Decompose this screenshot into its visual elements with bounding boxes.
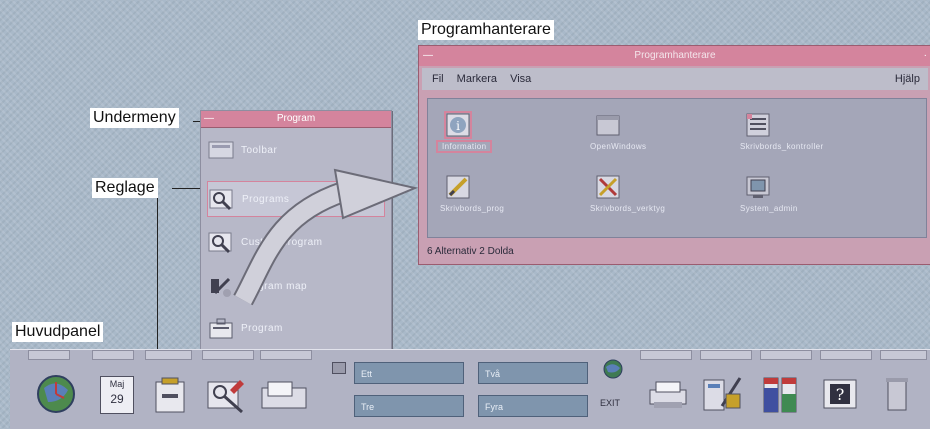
subpanel-arrow-tab[interactable] [28, 350, 70, 360]
subpanel-arrow-tab[interactable] [145, 350, 192, 360]
app-group-label: Skrivbords_kontroller [740, 142, 824, 151]
subpanel-arrow-tab[interactable] [202, 350, 254, 360]
subpanel-arrow-tab[interactable] [700, 350, 752, 360]
pencil-paper-icon [207, 380, 244, 414]
app-group-label: Skrivbords_verktyg [590, 204, 666, 213]
calendar-month: Maj [109, 379, 125, 389]
subpanel-item-label: Program [241, 322, 283, 334]
app-group-label: OpenWindows [590, 142, 647, 151]
icon-view-pane: i Information OpenWindows Skrivbords_kon… [427, 98, 927, 238]
calendar-control[interactable]: Maj 29 [94, 374, 138, 418]
app-group-desktop-tools[interactable]: Skrivbords_verktyg [586, 171, 736, 221]
window-title: Programhanterare [634, 50, 716, 61]
app-group-label: Skrivbords_prog [440, 204, 505, 213]
lock-icon[interactable] [332, 362, 346, 374]
program-manager-window: — Programhanterare · Fil Markera Visa Hj… [418, 45, 930, 265]
mail-control[interactable] [260, 376, 307, 420]
performance-meter-icon [763, 377, 797, 413]
subpanel-arrow-tab[interactable] [760, 350, 812, 360]
callout-undermeny: Undermeny [90, 108, 179, 128]
front-panel: Maj 29 Ett Två Tre Fyra EXIT ? [10, 349, 930, 429]
style-manager-control[interactable] [700, 372, 744, 416]
subpanel-arrow-tab[interactable] [260, 350, 312, 360]
callout-reglage: Reglage [92, 178, 158, 198]
calendar-day: 29 [110, 392, 124, 406]
app-group-openwindows[interactable]: OpenWindows [586, 109, 736, 159]
leader-line [172, 188, 200, 189]
workspace-button-3[interactable]: Tre [354, 395, 464, 417]
subpanel-title: Program [276, 113, 316, 124]
help-control[interactable]: ? [818, 374, 862, 418]
globe-icon[interactable] [602, 358, 624, 380]
style-manager-icon [703, 377, 742, 411]
subpanel-title-bar[interactable]: — Program [201, 111, 391, 128]
subpanel-item-program[interactable]: Program [207, 311, 383, 345]
file-manager-control[interactable] [148, 374, 192, 418]
window-title-bar[interactable]: — Programhanterare · [419, 46, 930, 66]
trash-control[interactable] [876, 374, 920, 418]
app-group-desktop-controls[interactable]: Skrivbords_kontroller [736, 109, 886, 159]
trash-can-icon [886, 378, 908, 411]
callout-programhanterare: Programhanterare [418, 20, 554, 40]
printer-icon [649, 381, 687, 408]
app-group-system-admin[interactable]: System_admin [736, 171, 886, 221]
menu-help[interactable]: Hjälp [895, 68, 920, 90]
printer-control[interactable] [646, 376, 690, 420]
info-icon: i [444, 111, 472, 139]
subpanel-arrow-tab[interactable] [880, 350, 927, 360]
menu-bar: Fil Markera Visa Hjälp [422, 68, 928, 90]
desk-tools-icon [596, 175, 620, 199]
window-menu-icon[interactable]: — [423, 46, 433, 66]
pointer-arrow [233, 168, 419, 306]
status-bar: 6 Alternativ 2 Dolda [427, 246, 514, 257]
globe-clock-icon [37, 375, 75, 413]
text-editor-control[interactable] [204, 374, 248, 418]
folder-icon [596, 113, 620, 137]
workspace-button-1[interactable]: Ett [354, 362, 464, 384]
clock-control[interactable] [34, 372, 78, 416]
callout-huvudpanel: Huvudpanel [12, 322, 104, 342]
minimize-icon[interactable]: · [924, 46, 927, 66]
desk-prog-icon [446, 175, 470, 199]
workspace-button-2[interactable]: Två [478, 362, 588, 384]
calendar-icon: Maj 29 [100, 376, 134, 414]
menu-view[interactable]: Visa [510, 73, 531, 85]
svg-text:i: i [456, 119, 460, 133]
desk-control-icon [746, 113, 770, 137]
mailbox-icon [261, 381, 307, 409]
app-group-label: System_admin [740, 204, 798, 213]
subpanel-arrow-tab[interactable] [640, 350, 692, 360]
menu-file[interactable]: Fil [432, 73, 444, 85]
menu-select[interactable]: Markera [457, 73, 497, 85]
window-menu-icon[interactable]: — [204, 111, 214, 127]
app-group-label: Information [435, 140, 493, 153]
help-book-icon: ? [823, 379, 857, 409]
subpanel-item-label: Toolbar [241, 144, 278, 156]
exit-button[interactable]: EXIT [600, 398, 620, 408]
performance-meter-control[interactable] [758, 374, 802, 418]
file-cabinet-icon [155, 377, 185, 413]
briefcase-icon [207, 315, 235, 341]
app-group-desktop-apps[interactable]: Skrivbords_prog [436, 171, 586, 221]
app-group-information[interactable]: i Information [435, 109, 586, 159]
subpanel-arrow-tab[interactable] [820, 350, 872, 360]
subpanel-arrow-tab[interactable] [92, 350, 134, 360]
system-admin-icon [746, 175, 770, 199]
workspace-button-4[interactable]: Fyra [478, 395, 588, 417]
svg-text:?: ? [836, 385, 845, 404]
